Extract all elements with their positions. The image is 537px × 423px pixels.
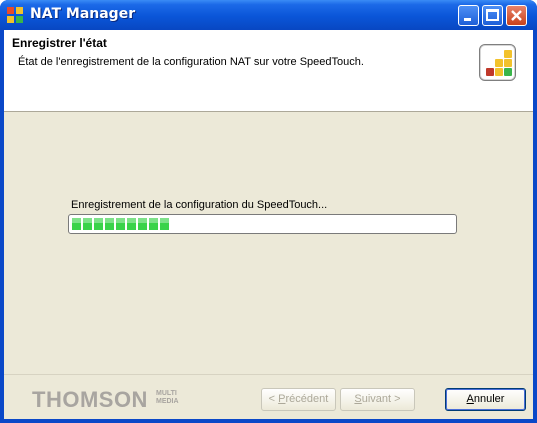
footer-divider [4,374,533,375]
cancel-button[interactable]: Annuler [445,388,526,411]
cancel-label: nnuler [473,393,505,405]
next-button[interactable]: Suivant > [340,388,415,411]
progress-bar [68,214,457,234]
cancel-accesskey: A [466,393,474,405]
minimize-button[interactable] [458,5,479,26]
maximize-button[interactable] [482,5,503,26]
maximize-icon [486,9,499,21]
thomson-logo: THOMSON [32,387,148,412]
page-subtitle: État de l'enregistrement de la configura… [18,56,364,68]
minimize-icon [464,18,471,21]
app-icon [7,7,24,24]
wizard-header: Enregistrer l'état État de l'enregistrem… [4,30,533,112]
title-bar[interactable]: NAT Manager [0,0,537,30]
wizard-client-area: Enregistrer l'état État de l'enregistrem… [4,30,533,419]
next-label: uivant > [361,393,401,405]
close-button[interactable] [506,5,527,26]
page-title: Enregistrer l'état [12,36,107,50]
previous-label: récédent [285,393,329,405]
speedtouch-logo-icon [479,44,516,81]
multimedia-logo: MULTI MEDIA [156,390,179,405]
window-title: NAT Manager [30,6,136,22]
next-accesskey: S [354,393,362,405]
previous-accesskey: P [278,393,286,405]
progress-fill [72,218,169,230]
nat-manager-window: NAT Manager Enregistrer l'état État de l… [0,0,537,423]
previous-prefix: < [268,393,279,405]
close-icon [511,10,522,21]
previous-button[interactable]: < Précédent [261,388,336,411]
progress-label: Enregistrement de la configuration du Sp… [71,199,328,211]
